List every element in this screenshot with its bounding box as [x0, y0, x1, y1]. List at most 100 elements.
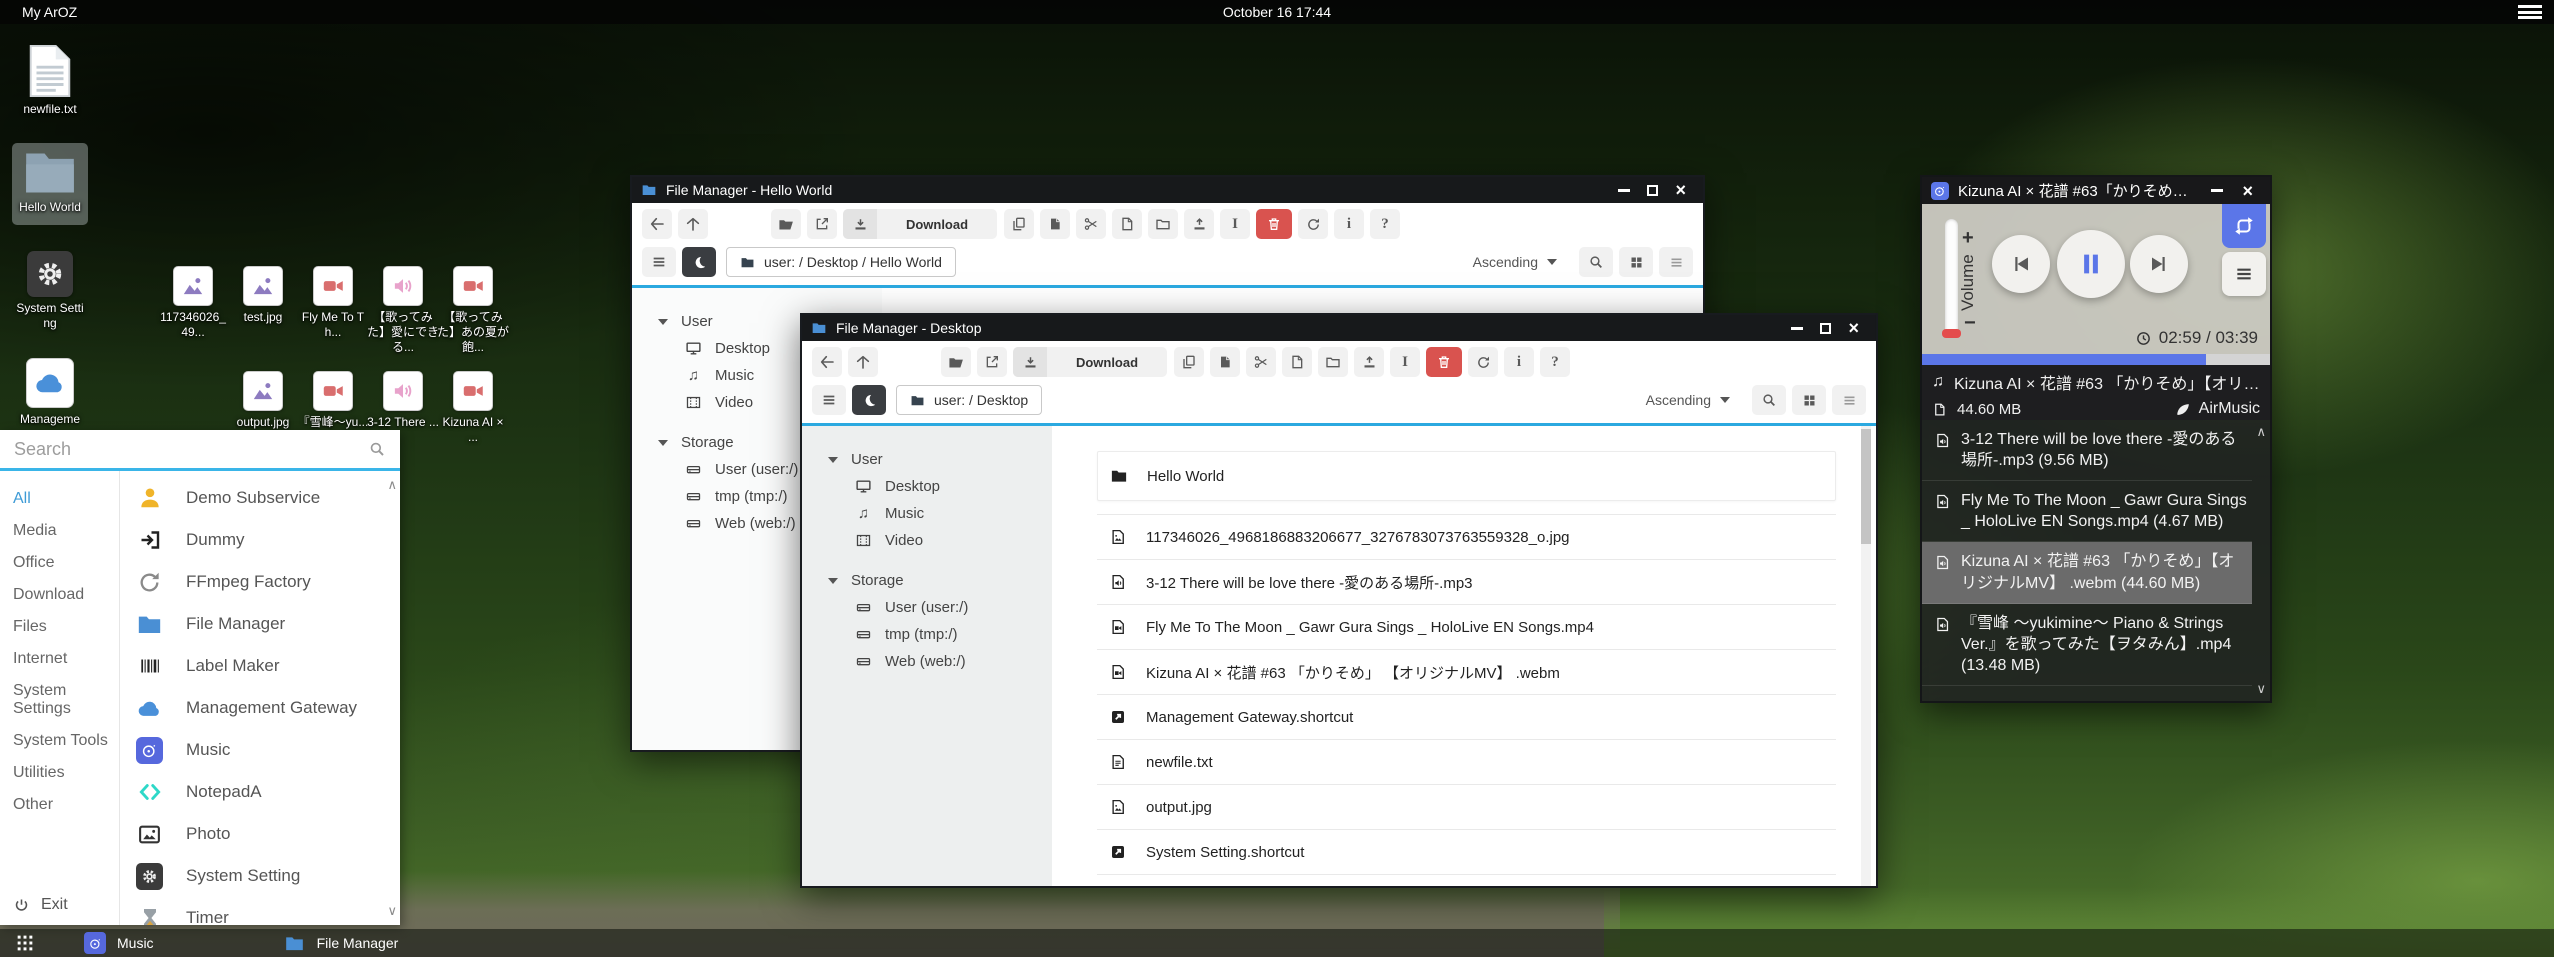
volume-up-button[interactable]: + [1962, 227, 1974, 250]
search-icon[interactable] [368, 440, 386, 458]
sidebar-item-desktop[interactable]: Desktop [802, 473, 1052, 500]
airmusic-button[interactable]: AirMusic [2174, 400, 2260, 418]
close-button[interactable]: × [2242, 182, 2253, 200]
playlist-item-selected[interactable]: Kizuna AI × 花譜 #63 「かりそめ」【オリジナルMV】 .webm… [1922, 542, 2252, 603]
copy-button[interactable] [1174, 347, 1204, 377]
sort-order-select[interactable]: Ascending [1646, 392, 1730, 408]
desktop-icon-system-setting[interactable]: System Setting [14, 251, 86, 331]
file-row[interactable]: Management Gateway.shortcut [1097, 695, 1836, 740]
dark-mode-button[interactable] [682, 247, 716, 277]
file-row[interactable]: System Setting.shortcut [1097, 830, 1836, 875]
upload-button[interactable] [1354, 347, 1384, 377]
category-media[interactable]: Media [0, 515, 119, 547]
next-track-button[interactable] [2130, 235, 2188, 293]
scroll-down-icon[interactable]: ∨ [2256, 681, 2266, 697]
search-button[interactable] [1579, 247, 1613, 277]
sidebar-item-tmp-drive[interactable]: tmp (tmp:/) [802, 621, 1052, 648]
new-folder-button[interactable] [1318, 347, 1348, 377]
app-item-label-maker[interactable]: Label Maker [120, 645, 400, 687]
playlist-button[interactable] [2222, 252, 2266, 296]
title-bar[interactable]: File Manager - Desktop × [802, 315, 1876, 341]
category-utilities[interactable]: Utilities [0, 757, 119, 789]
volume-slider[interactable] [1945, 219, 1958, 337]
category-internet[interactable]: Internet [0, 643, 119, 675]
paste-button[interactable] [1040, 209, 1070, 239]
download-button[interactable]: Download [1013, 347, 1167, 377]
taskbar-item-music[interactable]: Music [84, 932, 154, 954]
exit-button[interactable]: Exit [13, 896, 68, 914]
delete-button[interactable] [1256, 209, 1292, 239]
app-item-photo[interactable]: Photo [120, 813, 400, 855]
category-all[interactable]: All [0, 483, 119, 515]
desktop-icon-file[interactable]: 117346026_49... [157, 266, 229, 340]
open-button[interactable] [941, 347, 971, 377]
scroll-down-icon[interactable]: ∨ [387, 903, 397, 919]
playlist-item[interactable]: 3-12 There will be love there -愛のある場所-.m… [1922, 420, 2252, 481]
volume-slider-thumb[interactable] [1942, 329, 1961, 338]
list-view-button[interactable] [1832, 385, 1866, 415]
minimize-button[interactable] [1791, 327, 1803, 330]
progress-bar[interactable] [1922, 354, 2270, 365]
cut-button[interactable] [1246, 347, 1276, 377]
cut-button[interactable] [1076, 209, 1106, 239]
taskbar-item-file-manager[interactable]: File Manager [284, 932, 399, 954]
app-item-dummy[interactable]: Dummy [120, 519, 400, 561]
app-item-timer[interactable]: Timer [120, 897, 400, 925]
app-item-music[interactable]: Music [120, 729, 400, 771]
new-file-button[interactable] [1282, 347, 1312, 377]
back-button[interactable] [642, 209, 672, 239]
desktop-icon-file[interactable]: test.jpg [227, 266, 299, 325]
open-in-new-window-button[interactable] [977, 347, 1007, 377]
new-folder-button[interactable] [1148, 209, 1178, 239]
file-row[interactable]: newfile.txt [1097, 740, 1836, 785]
sidebar-group-user[interactable]: User [802, 446, 1052, 473]
help-button[interactable]: ? [1370, 209, 1400, 239]
open-button[interactable] [771, 209, 801, 239]
properties-button[interactable]: i [1504, 347, 1534, 377]
file-row[interactable]: Kizuna AI × 花譜 #63 「かりそめ」 【オリジナルMV】 .web… [1097, 650, 1836, 695]
refresh-button[interactable] [1468, 347, 1498, 377]
close-button[interactable]: × [1675, 181, 1686, 199]
app-item-system-setting[interactable]: System Setting [120, 855, 400, 897]
app-item-demo-subservice[interactable]: Demo Subservice [120, 477, 400, 519]
dark-mode-button[interactable] [852, 385, 886, 415]
title-bar[interactable]: Kizuna AI × 花譜 #63「かりそめ」【... × [1922, 177, 2270, 204]
volume-down-button[interactable]: − [1964, 312, 1976, 335]
desktop-icon-file[interactable]: Kizuna AI × ... [437, 371, 509, 445]
desktop-icon-file[interactable]: 『雪峰〜yu... [297, 371, 369, 430]
desktop-icon-newfile[interactable]: newfile.txt [14, 44, 86, 117]
playlist-item[interactable]: 『雪峰 ～yukimine～ Piano & Strings Ver.』を歌って… [1922, 604, 2252, 686]
scrollbar-thumb[interactable] [1861, 429, 1871, 544]
grid-view-button[interactable] [1619, 247, 1653, 277]
open-in-new-window-button[interactable] [807, 209, 837, 239]
help-button[interactable]: ? [1540, 347, 1570, 377]
sidebar-item-web-drive[interactable]: Web (web:/) [802, 648, 1052, 675]
desktop-icon-file[interactable]: 【歌ってみた】愛にできる... [367, 266, 439, 355]
maximize-button[interactable] [1820, 323, 1831, 334]
copy-button[interactable] [1004, 209, 1034, 239]
title-bar[interactable]: File Manager - Hello World × [632, 177, 1703, 203]
delete-button[interactable] [1426, 347, 1462, 377]
app-item-management-gateway[interactable]: Management Gateway [120, 687, 400, 729]
list-view-button[interactable] [1659, 247, 1693, 277]
pause-button[interactable] [2057, 230, 2125, 298]
desktop-icon-file[interactable]: 3-12 There ... [367, 371, 439, 430]
sidebar-item-video[interactable]: Video [802, 527, 1052, 554]
menu-button[interactable] [812, 385, 846, 415]
close-button[interactable]: × [1848, 319, 1859, 337]
file-row[interactable]: Fly Me To The Moon _ Gawr Gura Sings _ H… [1097, 605, 1836, 650]
app-item-ffmpeg-factory[interactable]: FFmpeg Factory [120, 561, 400, 603]
repeat-button[interactable] [2222, 204, 2266, 248]
up-button[interactable] [678, 209, 708, 239]
app-item-file-manager[interactable]: File Manager [120, 603, 400, 645]
sidebar-item-music[interactable]: ♫Music [802, 500, 1052, 527]
scroll-up-icon[interactable]: ∧ [2256, 424, 2266, 440]
category-other[interactable]: Other [0, 789, 119, 821]
sort-order-select[interactable]: Ascending [1473, 254, 1557, 270]
sidebar-group-storage[interactable]: Storage [802, 567, 1052, 594]
refresh-button[interactable] [1298, 209, 1328, 239]
menu-button[interactable] [642, 247, 676, 277]
minimize-button[interactable] [1618, 189, 1630, 192]
sidebar-item-user-drive[interactable]: User (user:/) [802, 594, 1052, 621]
app-launcher-button[interactable] [14, 932, 36, 954]
